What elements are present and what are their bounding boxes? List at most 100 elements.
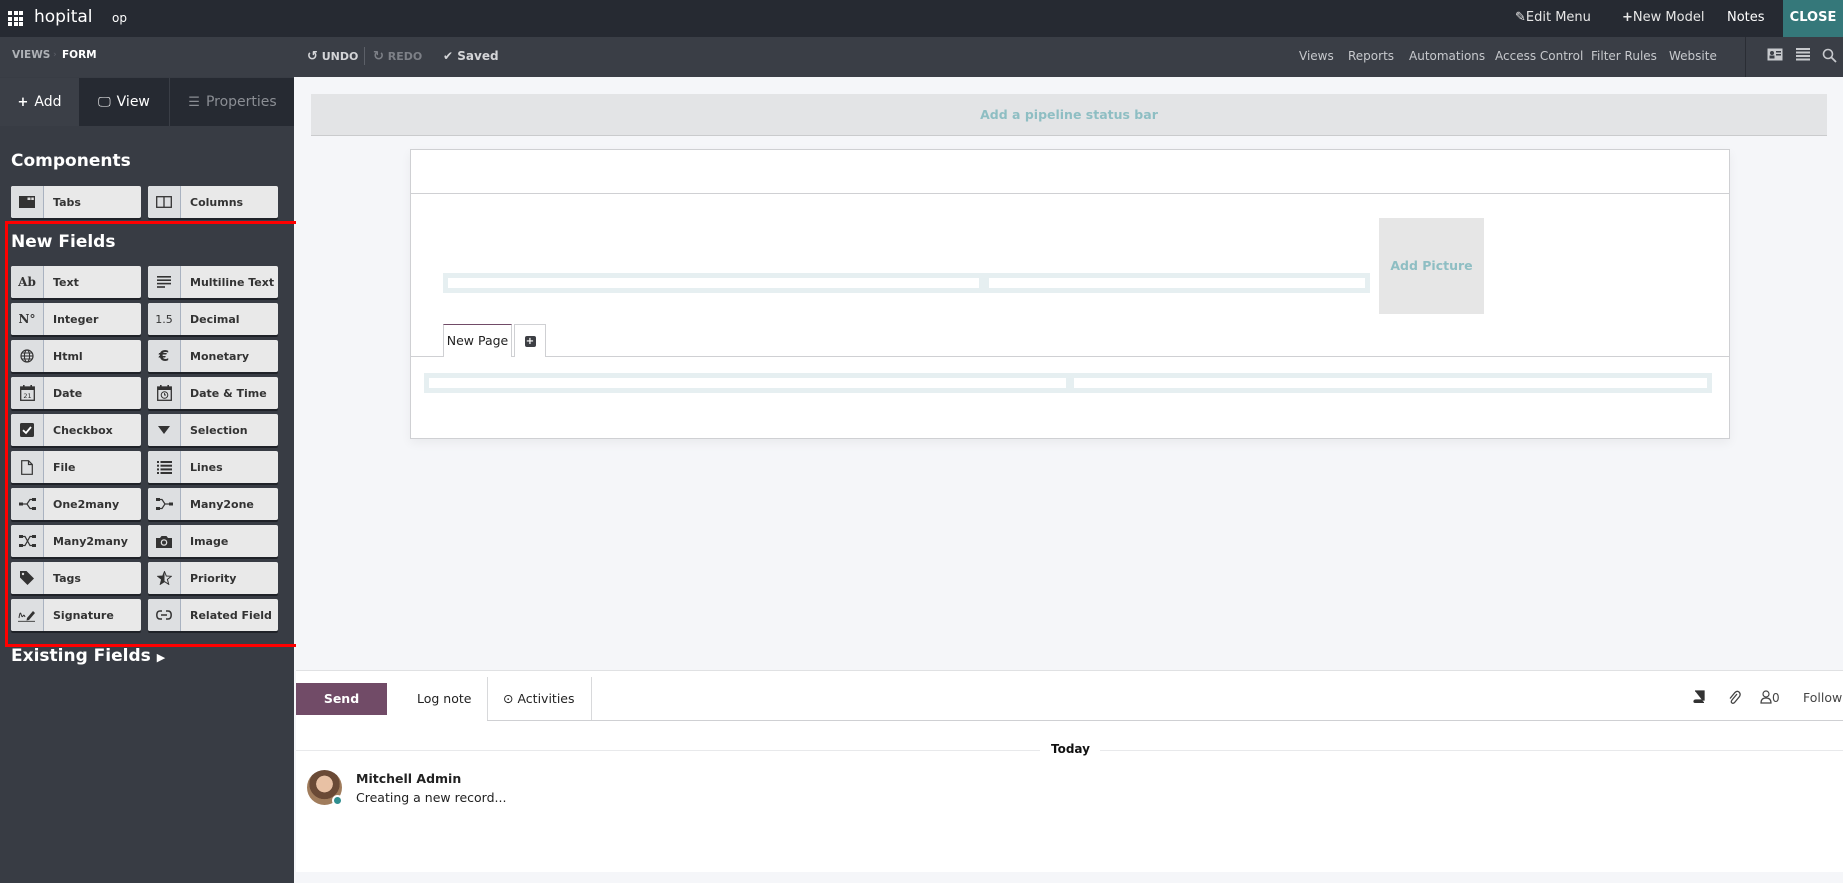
field-button-label: Signature — [53, 608, 114, 622]
field-button-text[interactable]: Ab Text — [11, 266, 141, 298]
components-title: Components — [11, 151, 131, 171]
field-button-one2many[interactable]: One2many — [11, 488, 141, 520]
sheet-header-divider — [411, 193, 1729, 194]
breadcrumb-form: FORM — [62, 49, 97, 61]
plus-icon: + — [1622, 10, 1633, 25]
sidebar-tabs: + Add 🖵 View ☰ Properties — [0, 78, 294, 126]
paperclip-icon[interactable] — [1727, 690, 1741, 709]
group-column-right[interactable] — [989, 278, 1365, 288]
message-body: Creating a new record... — [356, 790, 507, 805]
log-note-button[interactable]: Log note — [417, 683, 471, 715]
sidebar-tab-add[interactable]: + Add — [0, 78, 79, 126]
existing-fields-toggle[interactable]: Existing Fields ▶ — [11, 646, 165, 666]
field-button-monetary[interactable]: € Monetary — [148, 340, 278, 372]
group-column-right[interactable] — [1074, 378, 1707, 388]
menu-item-op[interactable]: op — [112, 11, 127, 25]
euro-icon: € — [148, 340, 181, 372]
field-button-related-field[interactable]: Related Field — [148, 599, 278, 631]
field-button-selection[interactable]: Selection — [148, 414, 278, 446]
search-icon[interactable] — [1821, 48, 1837, 64]
text-icon: Ab — [11, 266, 44, 298]
field-button-file[interactable]: File — [11, 451, 141, 483]
notebook-tab-new-page[interactable]: New Page — [443, 324, 512, 357]
edit-menu-link[interactable]: ✎Edit Menu — [1515, 10, 1591, 25]
caret-down-icon — [148, 414, 181, 446]
field-button-many2one[interactable]: Many2one — [148, 488, 278, 520]
add-picture-button[interactable]: Add Picture — [1379, 218, 1484, 314]
breadcrumb-separator: › — [53, 50, 57, 60]
tab-label: View — [116, 94, 150, 110]
field-button-label: Html — [53, 349, 83, 363]
pencil-icon: ✎ — [1515, 10, 1526, 25]
toolbar-link-filter-rules[interactable]: Filter Rules — [1591, 49, 1657, 63]
list-view-icon[interactable] — [1795, 48, 1811, 64]
toolbar-link-reports[interactable]: Reports — [1348, 49, 1394, 63]
app-name[interactable]: hopital — [34, 7, 93, 27]
field-button-label: Many2one — [190, 497, 254, 511]
follow-button[interactable]: Follow — [1803, 690, 1842, 705]
field-button-label: Many2many — [53, 534, 128, 548]
globe-icon — [11, 340, 44, 372]
sidebar-tab-properties[interactable]: ☰ Properties — [171, 78, 294, 126]
message-author[interactable]: Mitchell Admin — [356, 771, 461, 786]
followers-button[interactable]: 0 — [1760, 690, 1780, 708]
field-button-lines[interactable]: Lines — [148, 451, 278, 483]
toolbar-link-views[interactable]: Views — [1299, 49, 1334, 63]
date-separator: Today — [1051, 742, 1090, 756]
sidebar-tab-view[interactable]: 🖵 View — [79, 78, 170, 126]
field-button-signature[interactable]: Signature — [11, 599, 141, 631]
activities-label: Activities — [517, 691, 575, 706]
clock-icon: ⊙ — [503, 691, 514, 706]
field-button-priority[interactable]: Priority — [148, 562, 278, 594]
field-button-label: Lines — [190, 460, 223, 474]
book-icon[interactable] — [1693, 690, 1705, 707]
monitor-icon: 🖵 — [98, 95, 111, 110]
toolbar-link-access-control[interactable]: Access Control — [1495, 49, 1583, 63]
toolbar-link-website[interactable]: Website — [1669, 49, 1717, 63]
form-group-top[interactable] — [443, 273, 1370, 293]
activities-button[interactable]: ⊙ Activities — [503, 683, 575, 715]
field-button-label: Monetary — [190, 349, 250, 363]
field-button-label: Integer — [53, 312, 99, 326]
undo-icon: ↺ — [307, 49, 318, 64]
field-button-date[interactable]: 21 Date — [11, 377, 141, 409]
form-view-icon[interactable] — [1767, 48, 1783, 64]
field-button-checkbox[interactable]: Checkbox — [11, 414, 141, 446]
redo-button[interactable]: ↻ REDO — [373, 49, 422, 64]
properties-icon: ☰ — [188, 95, 200, 110]
calendar-icon: 21 — [11, 377, 44, 409]
close-studio-button[interactable]: CLOSE — [1783, 0, 1843, 37]
toolbar-link-automations[interactable]: Automations — [1409, 49, 1485, 63]
new-model-link[interactable]: +New Model — [1622, 10, 1704, 25]
chatter-tabs-divider — [487, 720, 1843, 721]
undo-button[interactable]: ↺ UNDO — [307, 49, 358, 64]
field-button-columns[interactable]: Columns — [148, 186, 278, 218]
studio-sidebar: + Add 🖵 View ☰ Properties Components Tabs Co… — [0, 77, 294, 883]
online-status-indicator — [332, 795, 343, 806]
tag-icon — [11, 562, 44, 594]
columns-icon — [148, 186, 181, 218]
form-group-page[interactable] — [424, 373, 1712, 393]
add-pipeline-status-bar[interactable]: Add a pipeline status bar — [311, 94, 1827, 136]
field-button-html[interactable]: Html — [11, 340, 141, 372]
field-button-tabs[interactable]: Tabs — [11, 186, 141, 218]
breadcrumb-views[interactable]: VIEWS — [12, 49, 50, 61]
notes-link[interactable]: Notes — [1727, 10, 1765, 25]
add-notebook-page-button[interactable]: + — [514, 324, 546, 357]
many2many-icon — [11, 525, 44, 557]
field-button-date-time[interactable]: Date & Time — [148, 377, 278, 409]
group-column-left[interactable] — [448, 278, 979, 288]
field-button-label: Image — [190, 534, 229, 548]
field-button-integer[interactable]: N° Integer — [11, 303, 141, 335]
field-button-image[interactable]: Image — [148, 525, 278, 557]
field-button-multiline-text[interactable]: Multiline Text — [148, 266, 278, 298]
send-message-button[interactable]: Send message — [296, 683, 387, 738]
apps-menu-icon[interactable] — [8, 11, 23, 26]
field-button-many2many[interactable]: Many2many — [11, 525, 141, 557]
form-sheet — [410, 149, 1730, 439]
field-button-tags[interactable]: Tags — [11, 562, 141, 594]
undo-label: UNDO — [321, 50, 359, 63]
field-button-label: One2many — [53, 497, 120, 511]
field-button-decimal[interactable]: 1.5 Decimal — [148, 303, 278, 335]
group-column-left[interactable] — [429, 378, 1066, 388]
